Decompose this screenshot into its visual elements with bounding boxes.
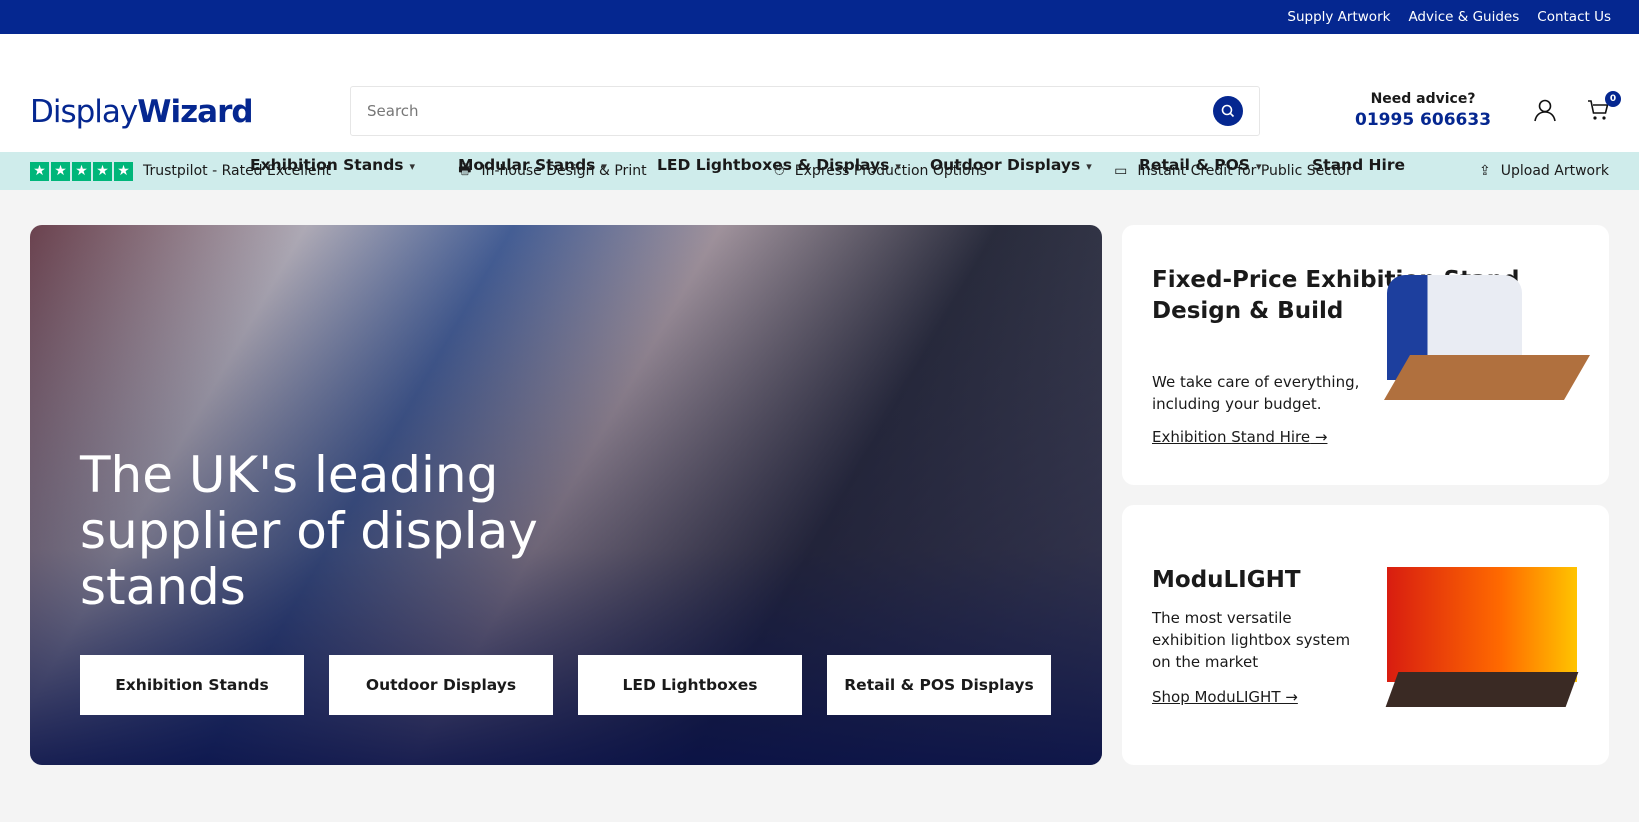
- chevron-down-icon: ▾: [601, 160, 607, 173]
- logo[interactable]: DisplayWizard: [30, 94, 254, 130]
- header: DisplayWizard Need advice? 01995 606633 …: [0, 34, 1639, 174]
- search-icon: [1221, 104, 1235, 118]
- nav-exhibition-stands[interactable]: Exhibition Stands ▾: [250, 156, 415, 174]
- advice-block: Need advice? 01995 606633: [1355, 91, 1491, 130]
- advice-guides-link[interactable]: Advice & Guides: [1408, 9, 1519, 25]
- modulight-image: [1385, 567, 1579, 707]
- hero-title: The UK's leading supplier of display sta…: [80, 446, 538, 616]
- hero-retail-pos-button[interactable]: Retail & POS Displays: [827, 655, 1051, 715]
- supply-artwork-link[interactable]: Supply Artwork: [1287, 9, 1390, 25]
- nav-modular-stands[interactable]: Modular Stands ▾: [458, 156, 607, 174]
- chevron-down-icon: ▾: [895, 160, 901, 173]
- phone-number[interactable]: 01995 606633: [1355, 110, 1491, 130]
- chevron-down-icon: ▾: [409, 160, 416, 173]
- hero-outdoor-displays-button[interactable]: Outdoor Displays: [329, 655, 553, 715]
- exhibition-stand-image: [1384, 275, 1590, 405]
- promo-card-modulight: ModuLIGHT The most versatile exhibition …: [1122, 505, 1609, 765]
- search-button[interactable]: [1213, 96, 1243, 126]
- cart-button[interactable]: 0: [1587, 91, 1621, 126]
- card-title: ModuLIGHT: [1152, 567, 1301, 593]
- hero-led-lightboxes-button[interactable]: LED Lightboxes: [578, 655, 802, 715]
- exhibition-stand-hire-link[interactable]: Exhibition Stand Hire →: [1152, 428, 1327, 446]
- nav-stand-hire[interactable]: Stand Hire: [1312, 156, 1405, 174]
- logo-text-bold: Wizard: [137, 94, 253, 130]
- shop-modulight-link[interactable]: Shop ModuLIGHT →: [1152, 688, 1298, 706]
- chevron-down-icon: ▾: [1086, 160, 1092, 173]
- main-nav: Exhibition Stands ▾ Modular Stands ▾ LED L…: [0, 156, 1639, 178]
- contact-us-link[interactable]: Contact Us: [1537, 9, 1611, 25]
- search-input[interactable]: [367, 102, 1213, 120]
- hero-banner: The UK's leading supplier of display sta…: [30, 225, 1102, 765]
- hero-exhibition-stands-button[interactable]: Exhibition Stands: [80, 655, 304, 715]
- card-text: The most versatile exhibition lightbox s…: [1152, 609, 1351, 671]
- nav-retail-pos[interactable]: Retail & POS ▾: [1139, 156, 1261, 174]
- advice-label: Need advice?: [1370, 91, 1476, 107]
- cart-count-badge: 0: [1605, 91, 1621, 107]
- nav-outdoor-displays[interactable]: Outdoor Displays ▾: [930, 156, 1092, 174]
- search-bar: [350, 86, 1260, 136]
- promo-card-fixed-price: Fixed-Price Exhibition Stand Design & Bu…: [1122, 225, 1609, 485]
- top-bar: Supply Artwork Advice & Guides Contact U…: [0, 0, 1639, 34]
- chevron-down-icon: ▾: [1255, 160, 1262, 173]
- logo-text: Display: [30, 94, 138, 130]
- card-text: We take care of everything, including yo…: [1152, 373, 1360, 413]
- nav-led-lightboxes[interactable]: LED Lightboxes & Displays ▾: [657, 156, 901, 174]
- account-icon[interactable]: [1533, 98, 1557, 122]
